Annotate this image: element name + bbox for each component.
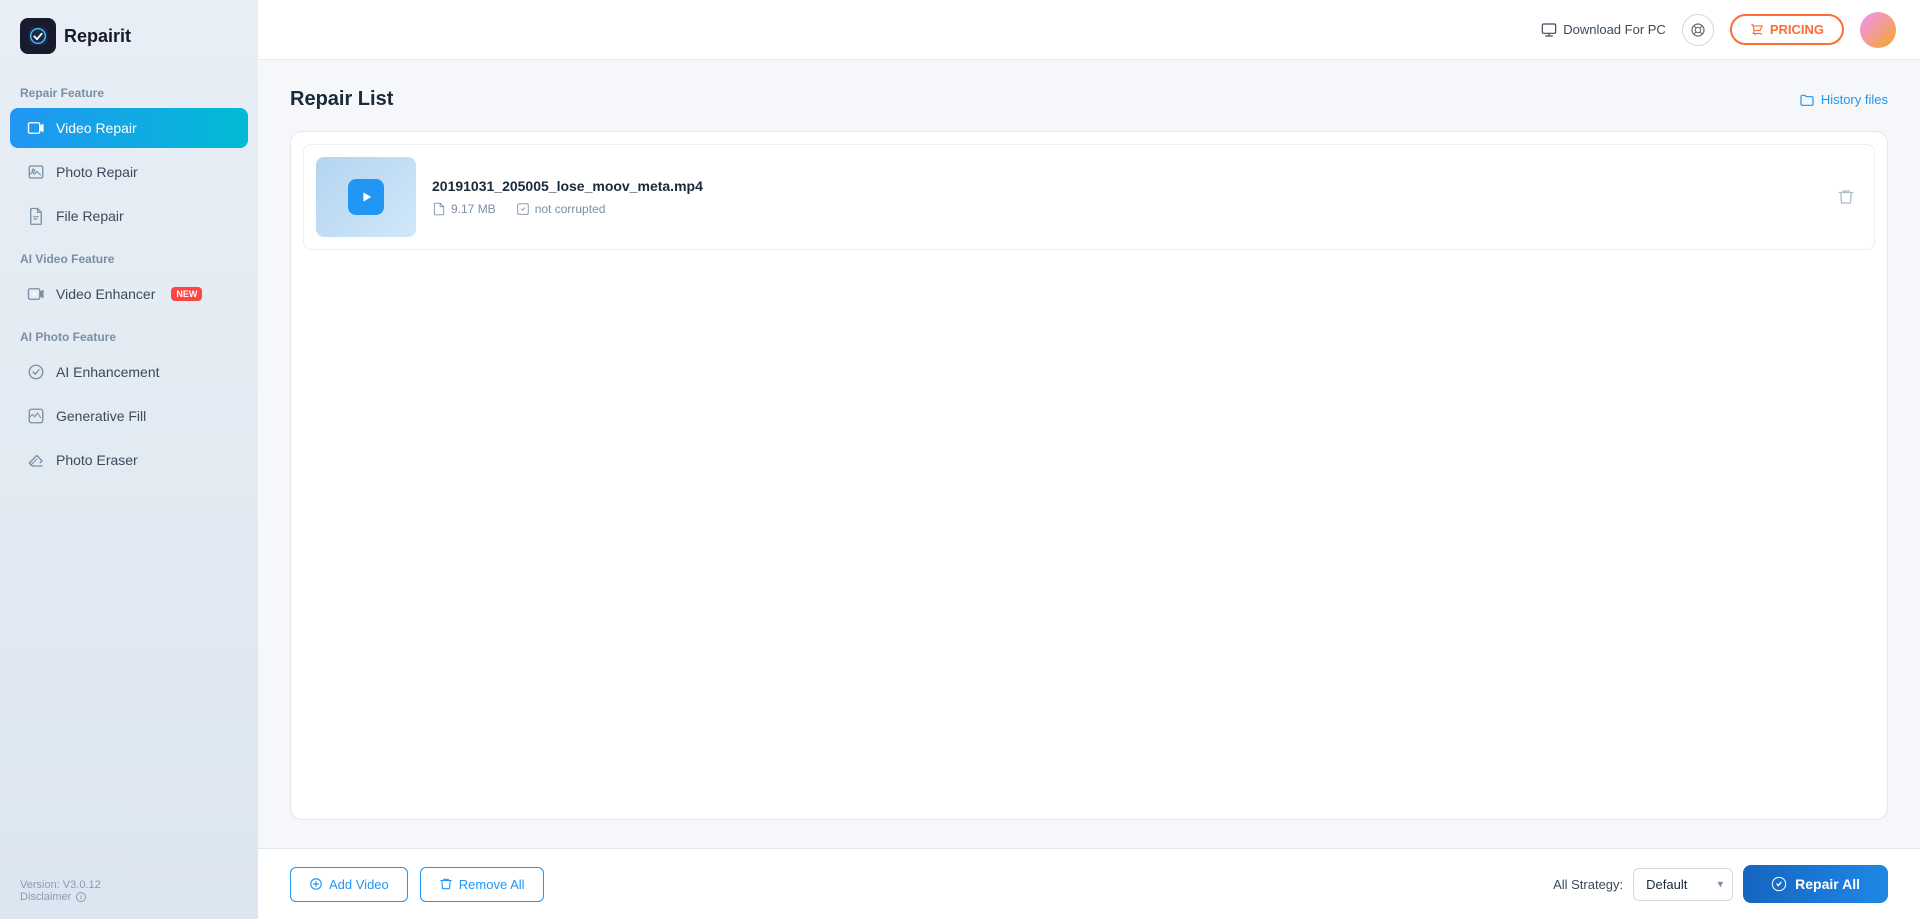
- download-for-pc-btn[interactable]: Download For PC: [1541, 22, 1666, 38]
- photo-repair-label: Photo Repair: [56, 164, 138, 180]
- header: Download For PC PRICING: [258, 0, 1920, 60]
- support-icon: [1690, 22, 1706, 38]
- video-enhancer-icon: [26, 284, 46, 304]
- file-status-item: not corrupted: [516, 202, 606, 216]
- play-icon: [358, 189, 374, 205]
- sidebar-item-generative-fill[interactable]: Generative Fill: [10, 396, 248, 436]
- disclaimer-btn[interactable]: Disclaimer: [20, 891, 238, 903]
- remove-all-btn[interactable]: Remove All: [420, 867, 544, 902]
- support-btn[interactable]: [1682, 14, 1714, 46]
- sidebar-item-ai-enhancement[interactable]: AI Enhancement: [10, 352, 248, 392]
- all-strategy-label: All Strategy:: [1553, 877, 1623, 892]
- strategy-select[interactable]: Default Advanced Custom: [1633, 868, 1733, 901]
- trash-icon: [1837, 188, 1855, 206]
- sidebar: Repairit Repair Feature Video Repair Pho…: [0, 0, 258, 919]
- video-repair-icon: [26, 118, 46, 138]
- file-thumbnail: [316, 157, 416, 237]
- disclaimer-label: Disclaimer: [20, 891, 71, 903]
- remove-all-label: Remove All: [459, 877, 525, 892]
- sidebar-item-video-enhancer[interactable]: Video Enhancer NEW: [10, 274, 248, 314]
- sidebar-item-photo-eraser[interactable]: Photo Eraser: [10, 440, 248, 480]
- status-icon: [516, 202, 530, 216]
- main-content: Download For PC PRICING Repair List: [258, 0, 1920, 919]
- file-size-icon: [432, 202, 446, 216]
- pricing-btn[interactable]: PRICING: [1730, 14, 1844, 45]
- repair-all-btn[interactable]: Repair All: [1743, 865, 1888, 903]
- app-name: Repairit: [64, 26, 131, 47]
- table-row: 20191031_205005_lose_moov_meta.mp4 9.17 …: [303, 144, 1875, 250]
- pricing-label: PRICING: [1770, 22, 1824, 37]
- file-name: 20191031_205005_lose_moov_meta.mp4: [432, 178, 1814, 194]
- repair-feature-section-label: Repair Feature: [0, 72, 258, 106]
- download-for-pc-label: Download For PC: [1563, 22, 1666, 37]
- sidebar-bottom: Version: V3.0.12 Disclaimer: [0, 863, 258, 919]
- repair-list-title: Repair List: [290, 88, 393, 111]
- sidebar-item-video-repair[interactable]: Video Repair: [10, 108, 248, 148]
- history-files-label: History files: [1821, 92, 1888, 107]
- file-size: 9.17 MB: [451, 202, 496, 216]
- file-status: not corrupted: [535, 202, 606, 216]
- strategy-area: All Strategy: Default Advanced Custom Re…: [1553, 865, 1888, 903]
- file-repair-label: File Repair: [56, 208, 124, 224]
- file-repair-icon: [26, 206, 46, 226]
- video-enhancer-label: Video Enhancer: [56, 286, 155, 302]
- plus-circle-icon: [309, 877, 323, 891]
- strategy-wrapper: Default Advanced Custom: [1633, 868, 1733, 901]
- generative-fill-icon: [26, 406, 46, 426]
- file-size-item: 9.17 MB: [432, 202, 496, 216]
- history-files-btn[interactable]: History files: [1799, 92, 1888, 108]
- photo-repair-icon: [26, 162, 46, 182]
- add-video-btn[interactable]: Add Video: [290, 867, 408, 902]
- generative-fill-label: Generative Fill: [56, 408, 146, 424]
- file-list-area: 20191031_205005_lose_moov_meta.mp4 9.17 …: [290, 131, 1888, 820]
- content-area: Repair List History files 20191: [258, 60, 1920, 848]
- file-info: 20191031_205005_lose_moov_meta.mp4 9.17 …: [432, 178, 1814, 216]
- delete-file-btn[interactable]: [1830, 181, 1862, 213]
- folder-icon: [1799, 92, 1815, 108]
- version-label: Version: V3.0.12: [20, 879, 238, 891]
- repair-icon: [1771, 876, 1787, 892]
- sidebar-item-photo-repair[interactable]: Photo Repair: [10, 152, 248, 192]
- sidebar-item-file-repair[interactable]: File Repair: [10, 196, 248, 236]
- new-badge: NEW: [171, 287, 202, 301]
- footer-bar: Add Video Remove All All Strategy: Defau…: [258, 848, 1920, 919]
- monitor-icon: [1541, 22, 1557, 38]
- app-logo-icon: [20, 18, 56, 54]
- logo-area: Repairit: [0, 0, 258, 72]
- ai-enhancement-label: AI Enhancement: [56, 364, 160, 380]
- video-repair-label: Video Repair: [56, 120, 137, 136]
- ai-video-feature-section-label: AI Video Feature: [0, 238, 258, 272]
- ai-photo-feature-section-label: AI Photo Feature: [0, 316, 258, 350]
- file-meta: 9.17 MB not corrupted: [432, 202, 1814, 216]
- photo-eraser-icon: [26, 450, 46, 470]
- play-button[interactable]: [348, 179, 384, 215]
- photo-eraser-label: Photo Eraser: [56, 452, 138, 468]
- info-icon: [75, 891, 87, 903]
- user-avatar[interactable]: [1860, 12, 1896, 48]
- content-header: Repair List History files: [290, 88, 1888, 111]
- cart-icon: [1750, 23, 1764, 37]
- repair-all-label: Repair All: [1795, 876, 1860, 892]
- add-video-label: Add Video: [329, 877, 389, 892]
- ai-enhancement-icon: [26, 362, 46, 382]
- trash-remove-icon: [439, 877, 453, 891]
